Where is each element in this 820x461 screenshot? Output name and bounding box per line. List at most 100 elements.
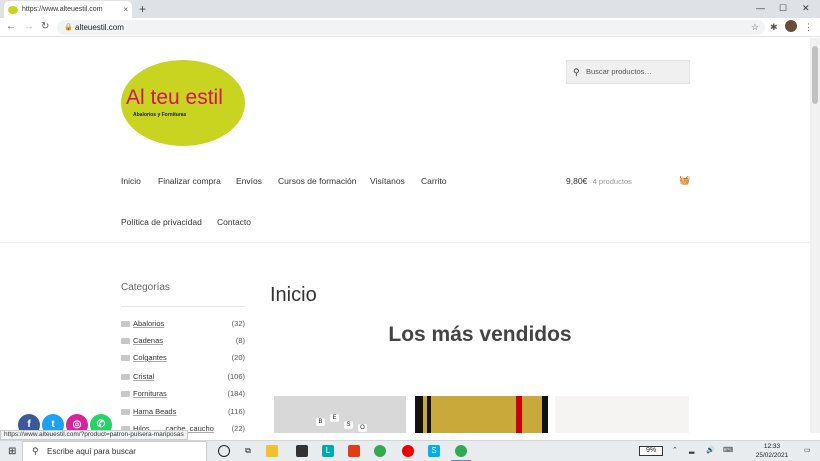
task-view-icon[interactable]: ⧉ [242,445,254,457]
taskbar-search-input[interactable]: ⚲ Escribe aquí para buscar [22,441,207,461]
browser-tab[interactable]: https://www.alteuestil.com × [4,1,132,18]
clock-date: 25/02/2021 [755,452,789,459]
chrome-icon[interactable] [374,445,386,457]
nav-carrito[interactable]: Carrito [421,176,447,186]
opera-icon[interactable] [402,445,414,457]
reload-icon[interactable]: ↻ [41,20,49,34]
letter-bead: S [344,421,353,429]
skype-icon[interactable]: S [428,445,440,457]
logo-subtitle: Abalorios y Fornituras [133,112,187,118]
new-tab-button[interactable]: + [139,1,146,17]
category-count: (22) [231,424,245,433]
chrome-menu-icon[interactable]: ⋮ [804,21,813,33]
network-icon[interactable]: ▂ [689,446,694,454]
office-icon[interactable] [348,445,360,457]
browser-toolbar: ← → ↻ 🔒 alteuestil.com ☆ ✱ ⋮ [0,18,820,37]
system-clock[interactable]: 12:33 25/02/2021 [752,442,792,460]
page-scrollbar[interactable] [810,38,820,433]
search-icon: ⚲ [32,446,39,456]
forward-arrow-icon[interactable]: → [24,20,34,34]
category-label[interactable]: Cadenas [133,335,163,347]
maximize-icon[interactable]: ☐ [779,1,787,15]
nav-politica-privacidad[interactable]: Política de privacidad [121,217,202,227]
bestsellers-heading: Los más vendidos [388,323,572,346]
category-item[interactable]: Fornituras (184) [121,388,245,400]
folder-icon [121,355,130,361]
profile-avatar[interactable] [785,20,797,32]
category-item[interactable]: Colgantes (20) [121,352,245,364]
minimize-icon[interactable]: — [756,1,765,15]
file-explorer-icon[interactable] [266,445,278,457]
site-logo[interactable]: Al teu estil Abalorios y Fornituras [121,60,245,146]
notifications-icon[interactable]: ▭ [804,446,811,454]
link-status-bar: https://www.alteuestil.com/?product=patr… [0,430,188,440]
nav-finalizar-compra[interactable]: Finalizar compra [158,176,221,186]
bookmark-star-icon[interactable]: ☆ [751,20,759,35]
category-count: (106) [227,372,245,381]
search-icon: ⚲ [573,67,580,77]
nav-contacto[interactable]: Contacto [217,217,251,227]
pattern-stripe [516,396,522,433]
folder-icon [121,374,130,380]
search-placeholder: Buscar productos… [586,67,652,76]
category-count: (20) [231,353,245,362]
address-text: alteuestil.com [75,23,124,32]
nav-inicio[interactable]: Inicio [121,176,141,186]
cart-count: 4 productos [592,177,632,186]
categories-heading: Categorías [121,282,170,293]
nav-visitanos[interactable]: Visítanos [370,176,405,186]
nav-cursos[interactable]: Cursos de formación [278,176,356,186]
window-close-icon[interactable]: ✕ [802,1,810,15]
back-arrow-icon[interactable]: ← [6,20,16,34]
browser-tab-strip: https://www.alteuestil.com × + — ☐ ✕ [0,0,820,18]
cart-total: 9,80€ [566,176,588,186]
web-page: Al teu estil Abalorios y Fornituras ⚲ Bu… [0,38,810,433]
tray-chevron-icon[interactable]: ⌃ [672,446,678,454]
category-label[interactable]: Fornituras [133,388,167,400]
letter-bead: O [358,424,367,432]
windows-start-icon[interactable]: ⊞ [8,446,16,457]
pattern-stripe [415,396,423,433]
tab-close-icon[interactable]: × [123,5,128,14]
category-count: (184) [227,389,245,398]
letter-bead: E [330,414,339,422]
category-count: (32) [231,319,245,328]
tab-title: https://www.alteuestil.com [22,6,103,13]
page-title: Inicio [270,284,317,306]
folder-icon [121,391,130,397]
header-cart[interactable]: 9,80€ 4 productos [566,176,632,186]
folder-icon [121,338,130,344]
category-label[interactable]: Hama Beads [133,406,176,418]
app-l-icon[interactable]: L [322,445,334,457]
chrome-active-icon[interactable] [455,445,467,457]
volume-icon[interactable]: 🔊 [706,446,715,454]
category-item[interactable]: Hama Beads (116) [121,406,245,418]
windows-taskbar: ⊞ ⚲ Escribe aquí para buscar ⧉ L S 9% ⌃ … [0,440,820,461]
cortana-icon[interactable] [218,445,230,457]
category-label[interactable]: Colgantes [133,352,167,364]
folder-icon [121,321,130,327]
letter-bead: B [316,418,325,426]
product-image[interactable] [555,396,689,433]
taskbar-search-placeholder: Escribe aquí para buscar [47,447,136,456]
product-image[interactable]: B E S O [274,396,406,433]
battery-indicator[interactable]: 9% [639,446,663,456]
scrollbar-thumb[interactable] [812,46,818,104]
extensions-puzzle-icon[interactable]: ✱ [770,21,778,33]
category-item[interactable]: Abalorios (32) [121,318,245,330]
category-label[interactable]: Cristal [133,371,154,383]
folder-icon [121,409,130,415]
product-search-input[interactable]: ⚲ Buscar productos… [566,60,690,84]
logo-text: Al teu estil [126,86,223,109]
category-item[interactable]: Cristal (106) [121,371,245,383]
address-bar[interactable]: 🔒 alteuestil.com ☆ [57,20,765,35]
clock-time: 12:33 [763,443,781,450]
category-count: (8) [235,336,245,345]
language-icon[interactable]: ⌨ [723,446,733,454]
store-icon[interactable] [296,445,308,457]
category-label[interactable]: Abalorios [133,318,164,330]
product-image[interactable] [415,396,548,433]
basket-icon[interactable]: 🧺 [679,175,690,186]
nav-envios[interactable]: Envíos [236,176,262,186]
category-item[interactable]: Cadenas (8) [121,335,245,347]
